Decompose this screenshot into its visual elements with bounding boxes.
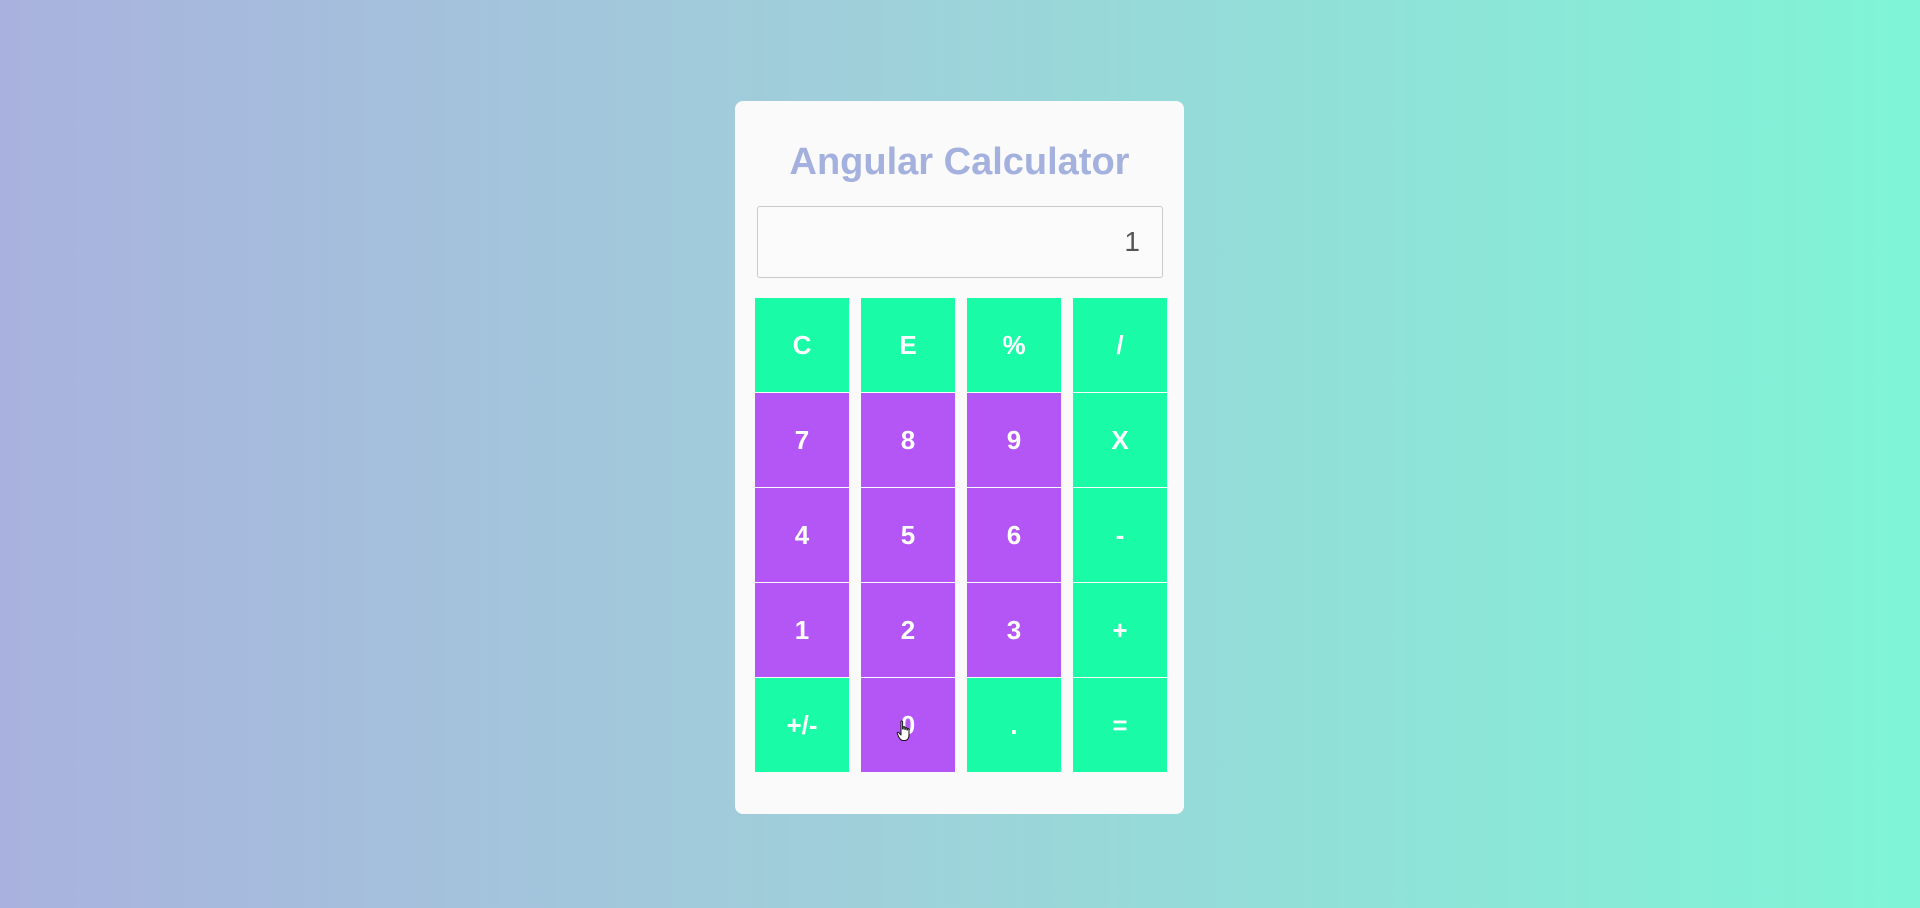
digit-6-button[interactable]: 6 (967, 488, 1061, 582)
digit-9-button[interactable]: 9 (967, 393, 1061, 487)
digit-1-button[interactable]: 1 (755, 583, 849, 677)
subtract-button[interactable]: - (1073, 488, 1167, 582)
digit-3-button[interactable]: 3 (967, 583, 1061, 677)
decimal-button[interactable]: . (967, 678, 1061, 772)
keypad: C E % / 7 8 9 X 4 5 6 - 1 2 3 + +/- 0 . … (755, 298, 1167, 776)
calculator-display[interactable] (757, 206, 1163, 278)
multiply-button[interactable]: X (1073, 393, 1167, 487)
digit-5-button[interactable]: 5 (861, 488, 955, 582)
equals-button[interactable]: = (1073, 678, 1167, 772)
divide-button[interactable]: / (1073, 298, 1167, 392)
digit-7-button[interactable]: 7 (755, 393, 849, 487)
digit-0-button[interactable]: 0 (861, 678, 955, 772)
clear-button[interactable]: C (755, 298, 849, 392)
clear-entry-button[interactable]: E (861, 298, 955, 392)
add-button[interactable]: + (1073, 583, 1167, 677)
digit-4-button[interactable]: 4 (755, 488, 849, 582)
percent-button[interactable]: % (967, 298, 1061, 392)
toggle-sign-button[interactable]: +/- (755, 678, 849, 772)
page-title: Angular Calculator (789, 141, 1130, 183)
digit-8-button[interactable]: 8 (861, 393, 955, 487)
digit-2-button[interactable]: 2 (861, 583, 955, 677)
calculator-card: Angular Calculator C E % / 7 8 9 X 4 5 6… (735, 101, 1184, 814)
